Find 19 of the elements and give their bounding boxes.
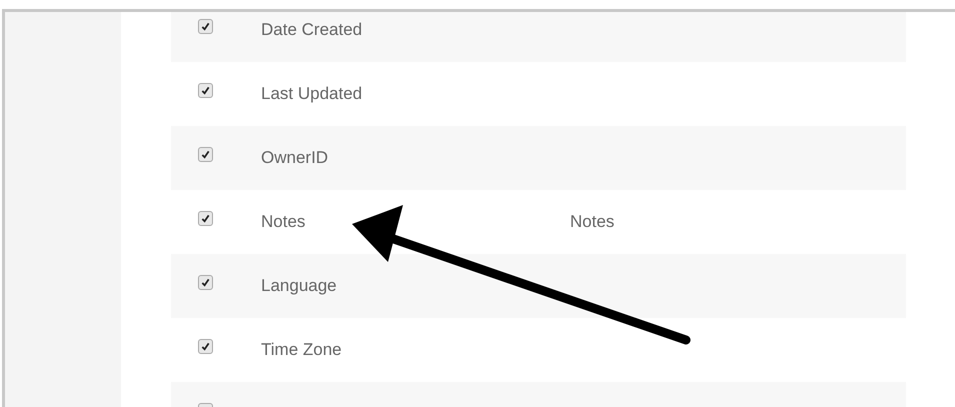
checkbox[interactable] (198, 274, 213, 290)
check-icon (201, 22, 210, 30)
check-icon (201, 342, 210, 350)
field-mapping: Notes (570, 212, 614, 232)
field-label: Notes (261, 212, 306, 232)
checkbox[interactable] (198, 82, 213, 98)
checkbox[interactable] (198, 18, 213, 34)
field-label: Last Updated (261, 84, 364, 104)
field-label: Time Zone (261, 340, 343, 360)
check-icon (201, 86, 210, 94)
field-label: OwnerID (261, 148, 330, 168)
check-icon (201, 278, 210, 286)
field-label: Date Created (261, 20, 364, 40)
checkbox[interactable] (198, 338, 213, 354)
check-icon (201, 214, 210, 222)
checkbox[interactable] (198, 146, 213, 162)
field-label: Language (261, 276, 338, 296)
checkbox[interactable] (198, 210, 213, 226)
check-icon (201, 150, 210, 158)
